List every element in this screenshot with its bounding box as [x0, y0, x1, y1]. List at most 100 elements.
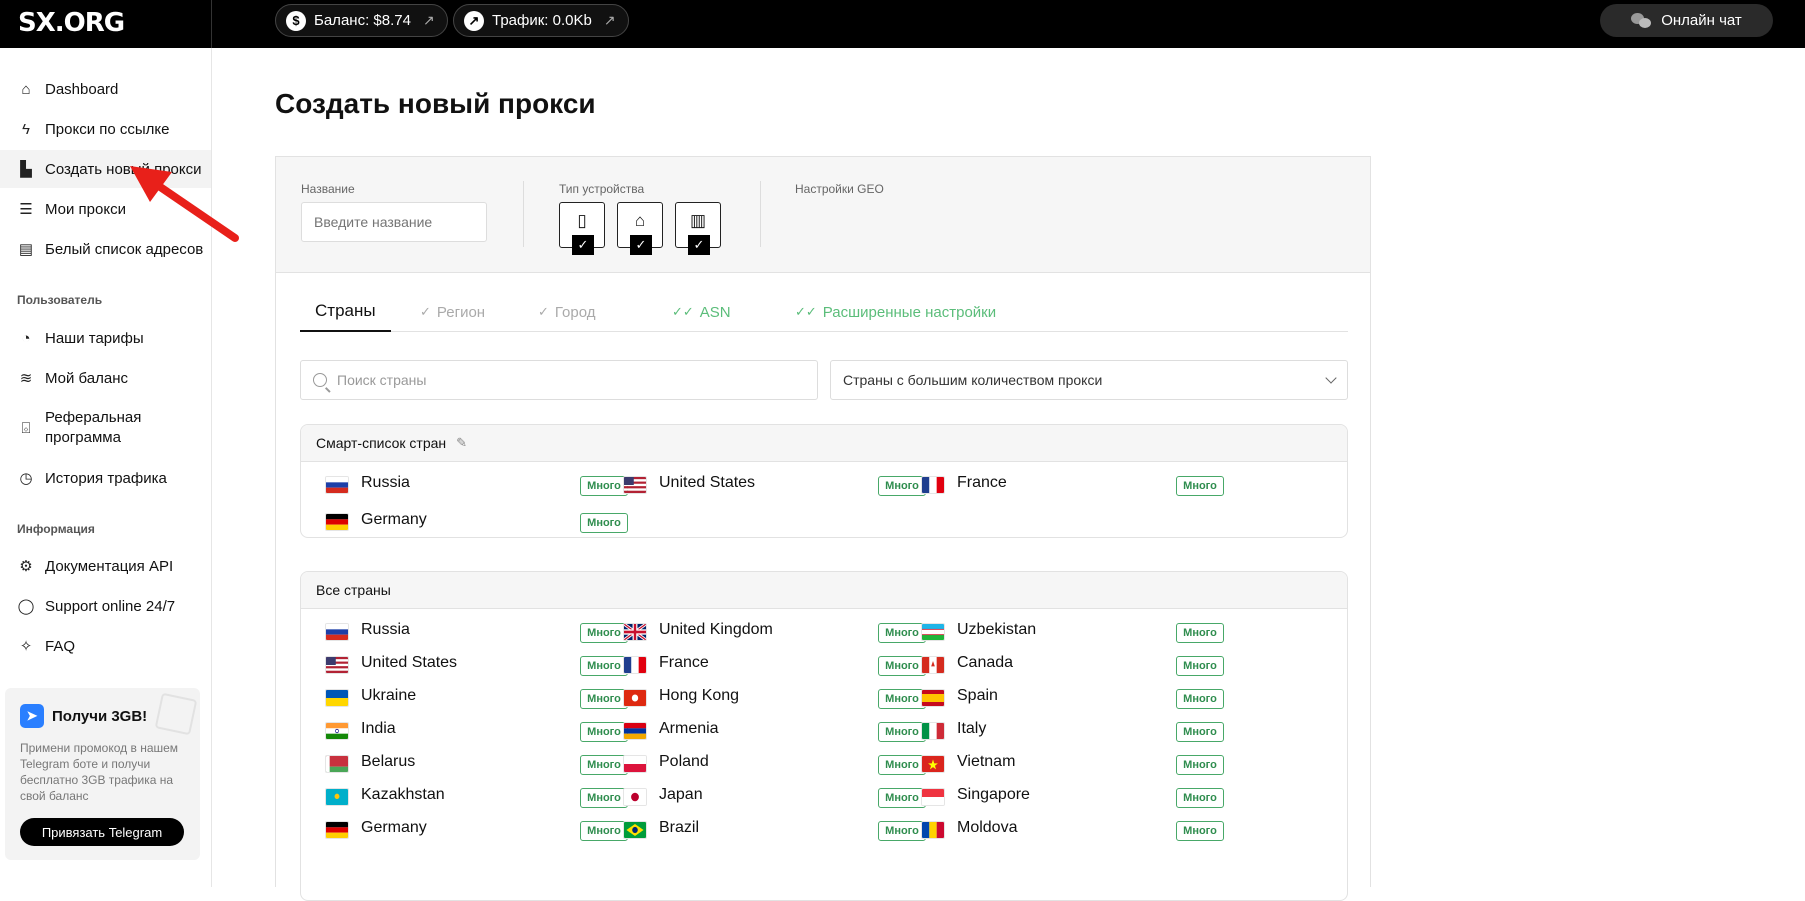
device-residential-toggle[interactable]: ⌂ ✓: [617, 202, 663, 255]
clock-icon: ◷: [19, 470, 33, 487]
double-check-icon: ✓✓: [672, 304, 694, 319]
country-moldova[interactable]: Moldova Много: [921, 809, 1224, 847]
building-icon: ▥: [689, 211, 707, 230]
proxy-name-input[interactable]: [301, 202, 487, 242]
country-name: Hong Kong: [659, 687, 740, 704]
gift-icon: ⌺: [21, 419, 31, 437]
united-states-flag-icon: [325, 656, 349, 674]
sidebar-item-label: FAQ: [45, 637, 76, 655]
tab-asn[interactable]: ✓✓ ASN: [672, 292, 731, 332]
availability-badge: Много: [878, 476, 926, 496]
sidebar-item-referral[interactable]: ⌺ Реферальная программа: [0, 405, 211, 451]
belarus-flag-icon: [325, 755, 349, 773]
sidebar-item-whitelist[interactable]: ▤ Белый список адресов: [0, 230, 211, 268]
section-title-info: Информация: [17, 522, 95, 536]
country-name: United States: [659, 474, 756, 491]
sidebar-item-api-docs[interactable]: ⚙ Документация API: [0, 547, 211, 585]
country-germany[interactable]: Germany Много: [325, 809, 628, 847]
availability-badge: Много: [878, 821, 926, 841]
sidebar-item-traffic-history[interactable]: ◷ История трафика: [0, 459, 211, 497]
balance-pill[interactable]: $ Баланс: $8.74 ↗: [275, 4, 448, 37]
country-germany[interactable]: Germany Много: [325, 501, 628, 537]
country-search-input[interactable]: Поиск страны: [300, 360, 818, 400]
sidebar-item-link-proxy[interactable]: ϟ Прокси по ссылке: [0, 110, 211, 148]
availability-badge: Много: [580, 476, 628, 496]
sidebar-item-balance[interactable]: ≋ Мой баланс: [0, 359, 211, 397]
availability-badge: Много: [878, 689, 926, 709]
trend-icon: ↗: [464, 10, 484, 31]
name-label: Название: [301, 182, 355, 196]
divider: [760, 181, 761, 247]
traffic-pill[interactable]: ↗ Трафик: 0.0Kb ↗: [453, 4, 629, 37]
smart-list-title: Смарт-список стран: [316, 435, 447, 451]
availability-badge: Много: [1176, 788, 1224, 808]
japan-flag-icon: [623, 788, 647, 806]
device-mobile-toggle[interactable]: ▯ ✓: [559, 202, 605, 255]
search-placeholder: Поиск страны: [337, 372, 427, 388]
chat-icon: ◯: [17, 598, 35, 615]
sidebar-item-support[interactable]: ◯ Support online 24/7: [0, 587, 211, 625]
country-brazil[interactable]: Brazil Много: [623, 809, 926, 847]
france-flag-icon: [623, 656, 647, 674]
country-united-states[interactable]: United States Много: [623, 464, 926, 502]
gear-icon: ⚙: [19, 558, 33, 575]
germany-flag-icon: [325, 513, 349, 531]
country-name: Russia: [361, 621, 410, 638]
top-bar: SX.ORG $ Баланс: $8.74 ↗ ↗ Трафик: 0.0Kb…: [0, 0, 1805, 48]
availability-badge: Много: [1176, 821, 1224, 841]
country-name: Belarus: [361, 753, 416, 770]
country-name: Moldova: [957, 819, 1018, 836]
tab-countries[interactable]: Страны: [300, 292, 391, 332]
availability-badge: Много: [580, 689, 628, 709]
section-title-user: Пользователь: [17, 293, 103, 307]
country-name: United States: [361, 654, 458, 671]
singapore-flag-icon: [921, 788, 945, 806]
sidebar-item-faq[interactable]: ✧ FAQ: [0, 627, 211, 665]
availability-badge: Много: [1176, 722, 1224, 742]
availability-badge: Много: [580, 656, 628, 676]
italy-flag-icon: [921, 722, 945, 740]
file-plus-icon: ▙: [20, 161, 32, 178]
sidebar-item-label: Белый список адресов: [45, 240, 204, 258]
page-title: Создать новый прокси: [275, 88, 596, 119]
sidebar-item-dashboard[interactable]: ⌂ Dashboard: [0, 70, 211, 108]
online-chat-button[interactable]: Онлайн чат: [1600, 4, 1773, 37]
availability-badge: Много: [1176, 656, 1224, 676]
double-check-icon: ✓✓: [795, 304, 817, 319]
logo[interactable]: SX.ORG: [18, 8, 125, 38]
device-type-label: Тип устройства: [559, 182, 645, 196]
tab-region[interactable]: ✓ Регион: [420, 292, 485, 332]
chat-bubbles-icon: [1631, 12, 1652, 29]
country-russia[interactable]: Russia Много: [325, 464, 628, 502]
sidebar-item-label: Реферальная программа: [45, 409, 142, 446]
availability-badge: Много: [580, 788, 628, 808]
country-france[interactable]: France Много: [921, 464, 1224, 502]
tab-advanced[interactable]: ✓✓ Расширенные настройки: [795, 292, 996, 332]
pencil-icon[interactable]: ✎: [456, 435, 467, 451]
sidebar-item-tariffs[interactable]: ◔ Наши тарифы: [0, 319, 211, 357]
country-name: Italy: [957, 720, 987, 737]
country-name: Germany: [361, 819, 427, 836]
india-flag-icon: [325, 722, 349, 740]
tab-label: Расширенные настройки: [822, 303, 997, 321]
link-telegram-button[interactable]: Привязать Telegram: [20, 818, 184, 846]
sidebar-item-my-proxies[interactable]: ☰ Мои прокси: [0, 190, 211, 228]
checkmark-icon: ✓: [630, 235, 652, 255]
sidebar-item-create-proxy[interactable]: ▙ Создать новый прокси: [0, 150, 211, 188]
promo-title: Получи 3GB!: [52, 707, 148, 725]
sidebar-item-label: Прокси по ссылке: [45, 120, 170, 138]
country-name: Russia: [361, 474, 410, 491]
availability-badge: Много: [580, 722, 628, 742]
search-icon: [313, 373, 327, 387]
country-name: Poland: [659, 753, 709, 770]
tab-city[interactable]: ✓ Город: [538, 292, 595, 332]
availability-badge: Много: [1176, 689, 1224, 709]
availability-badge: Много: [878, 755, 926, 775]
russia-flag-icon: [325, 476, 349, 494]
device-datacenter-toggle[interactable]: ▥ ✓: [675, 202, 721, 255]
brazil-flag-icon: [623, 821, 647, 839]
country-sort-select[interactable]: Страны с большим количеством прокси: [830, 360, 1348, 400]
united-kingdom-flag-icon: [623, 623, 647, 641]
list-icon: ▤: [18, 241, 34, 258]
checkmark-icon: ✓: [688, 235, 710, 255]
